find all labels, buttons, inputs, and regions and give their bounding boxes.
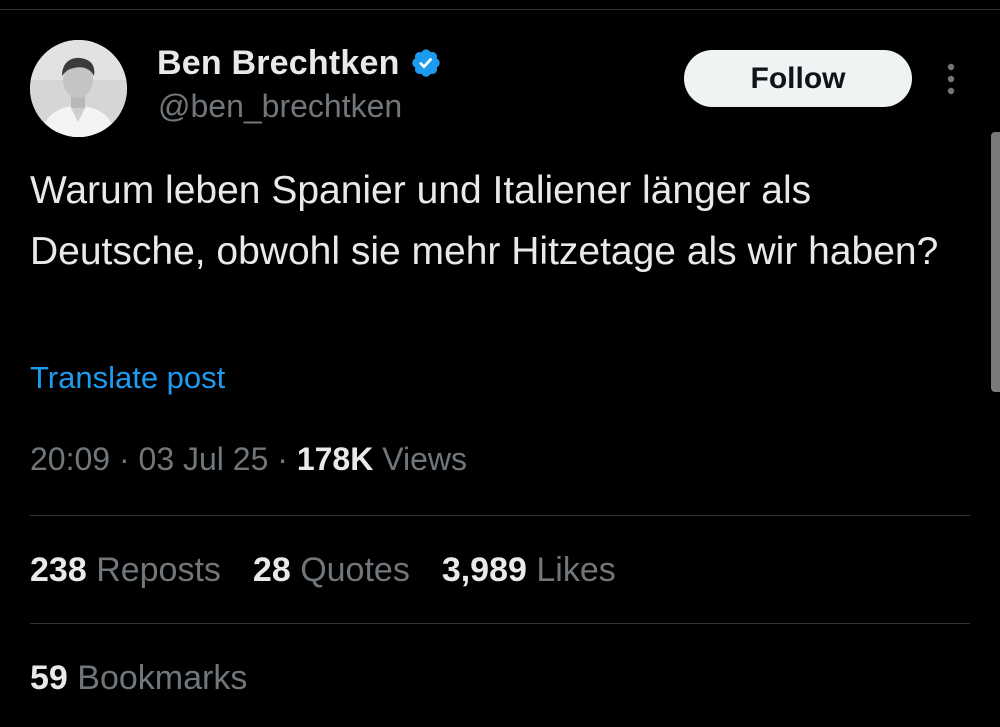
avatar-photo xyxy=(30,40,127,137)
likes-count: 3,989 xyxy=(441,551,527,589)
divider xyxy=(30,515,970,516)
top-divider xyxy=(0,9,1000,10)
reposts-stat[interactable]: 238 Reposts xyxy=(30,551,221,590)
post-date[interactable]: 03 Jul 25 xyxy=(139,441,269,477)
bookmarks-count: 59 xyxy=(30,659,68,697)
meta-separator: · xyxy=(118,441,130,477)
translate-post-link[interactable]: Translate post xyxy=(30,360,225,396)
post-text: Warum leben Spanier und Italiener länger… xyxy=(30,169,939,273)
follow-button[interactable]: Follow xyxy=(684,50,912,107)
bookmarks-stat[interactable]: 59 Bookmarks xyxy=(30,659,247,698)
quotes-label: Quotes xyxy=(300,551,410,589)
quotes-count: 28 xyxy=(252,551,291,589)
engagement-stats: 238 Reposts 28 Quotes 3,989 Likes xyxy=(30,551,648,590)
likes-label: Likes xyxy=(536,551,616,589)
post-meta: 20:09 · 03 Jul 25 · 178K Views xyxy=(30,441,467,478)
divider xyxy=(30,623,970,624)
meta-separator: · xyxy=(277,441,288,477)
likes-stat[interactable]: 3,989 Likes xyxy=(442,551,616,590)
author-handle[interactable]: @ben_brechtken xyxy=(158,88,402,125)
scrollbar[interactable] xyxy=(991,132,1000,392)
views-label: Views xyxy=(382,441,467,477)
quotes-stat[interactable]: 28 Quotes xyxy=(253,551,410,590)
post-time[interactable]: 20:09 xyxy=(30,441,110,477)
reposts-count: 238 xyxy=(30,551,87,589)
views-count: 178K xyxy=(296,441,374,477)
author-name[interactable]: Ben Brechtken xyxy=(157,44,400,83)
reposts-label: Reposts xyxy=(96,551,221,589)
more-vertical-icon[interactable] xyxy=(940,62,962,96)
verified-badge-icon[interactable] xyxy=(410,47,442,79)
bookmarks-label: Bookmarks xyxy=(77,659,248,697)
author-name-row[interactable]: Ben Brechtken xyxy=(157,40,442,86)
avatar[interactable] xyxy=(30,40,127,137)
